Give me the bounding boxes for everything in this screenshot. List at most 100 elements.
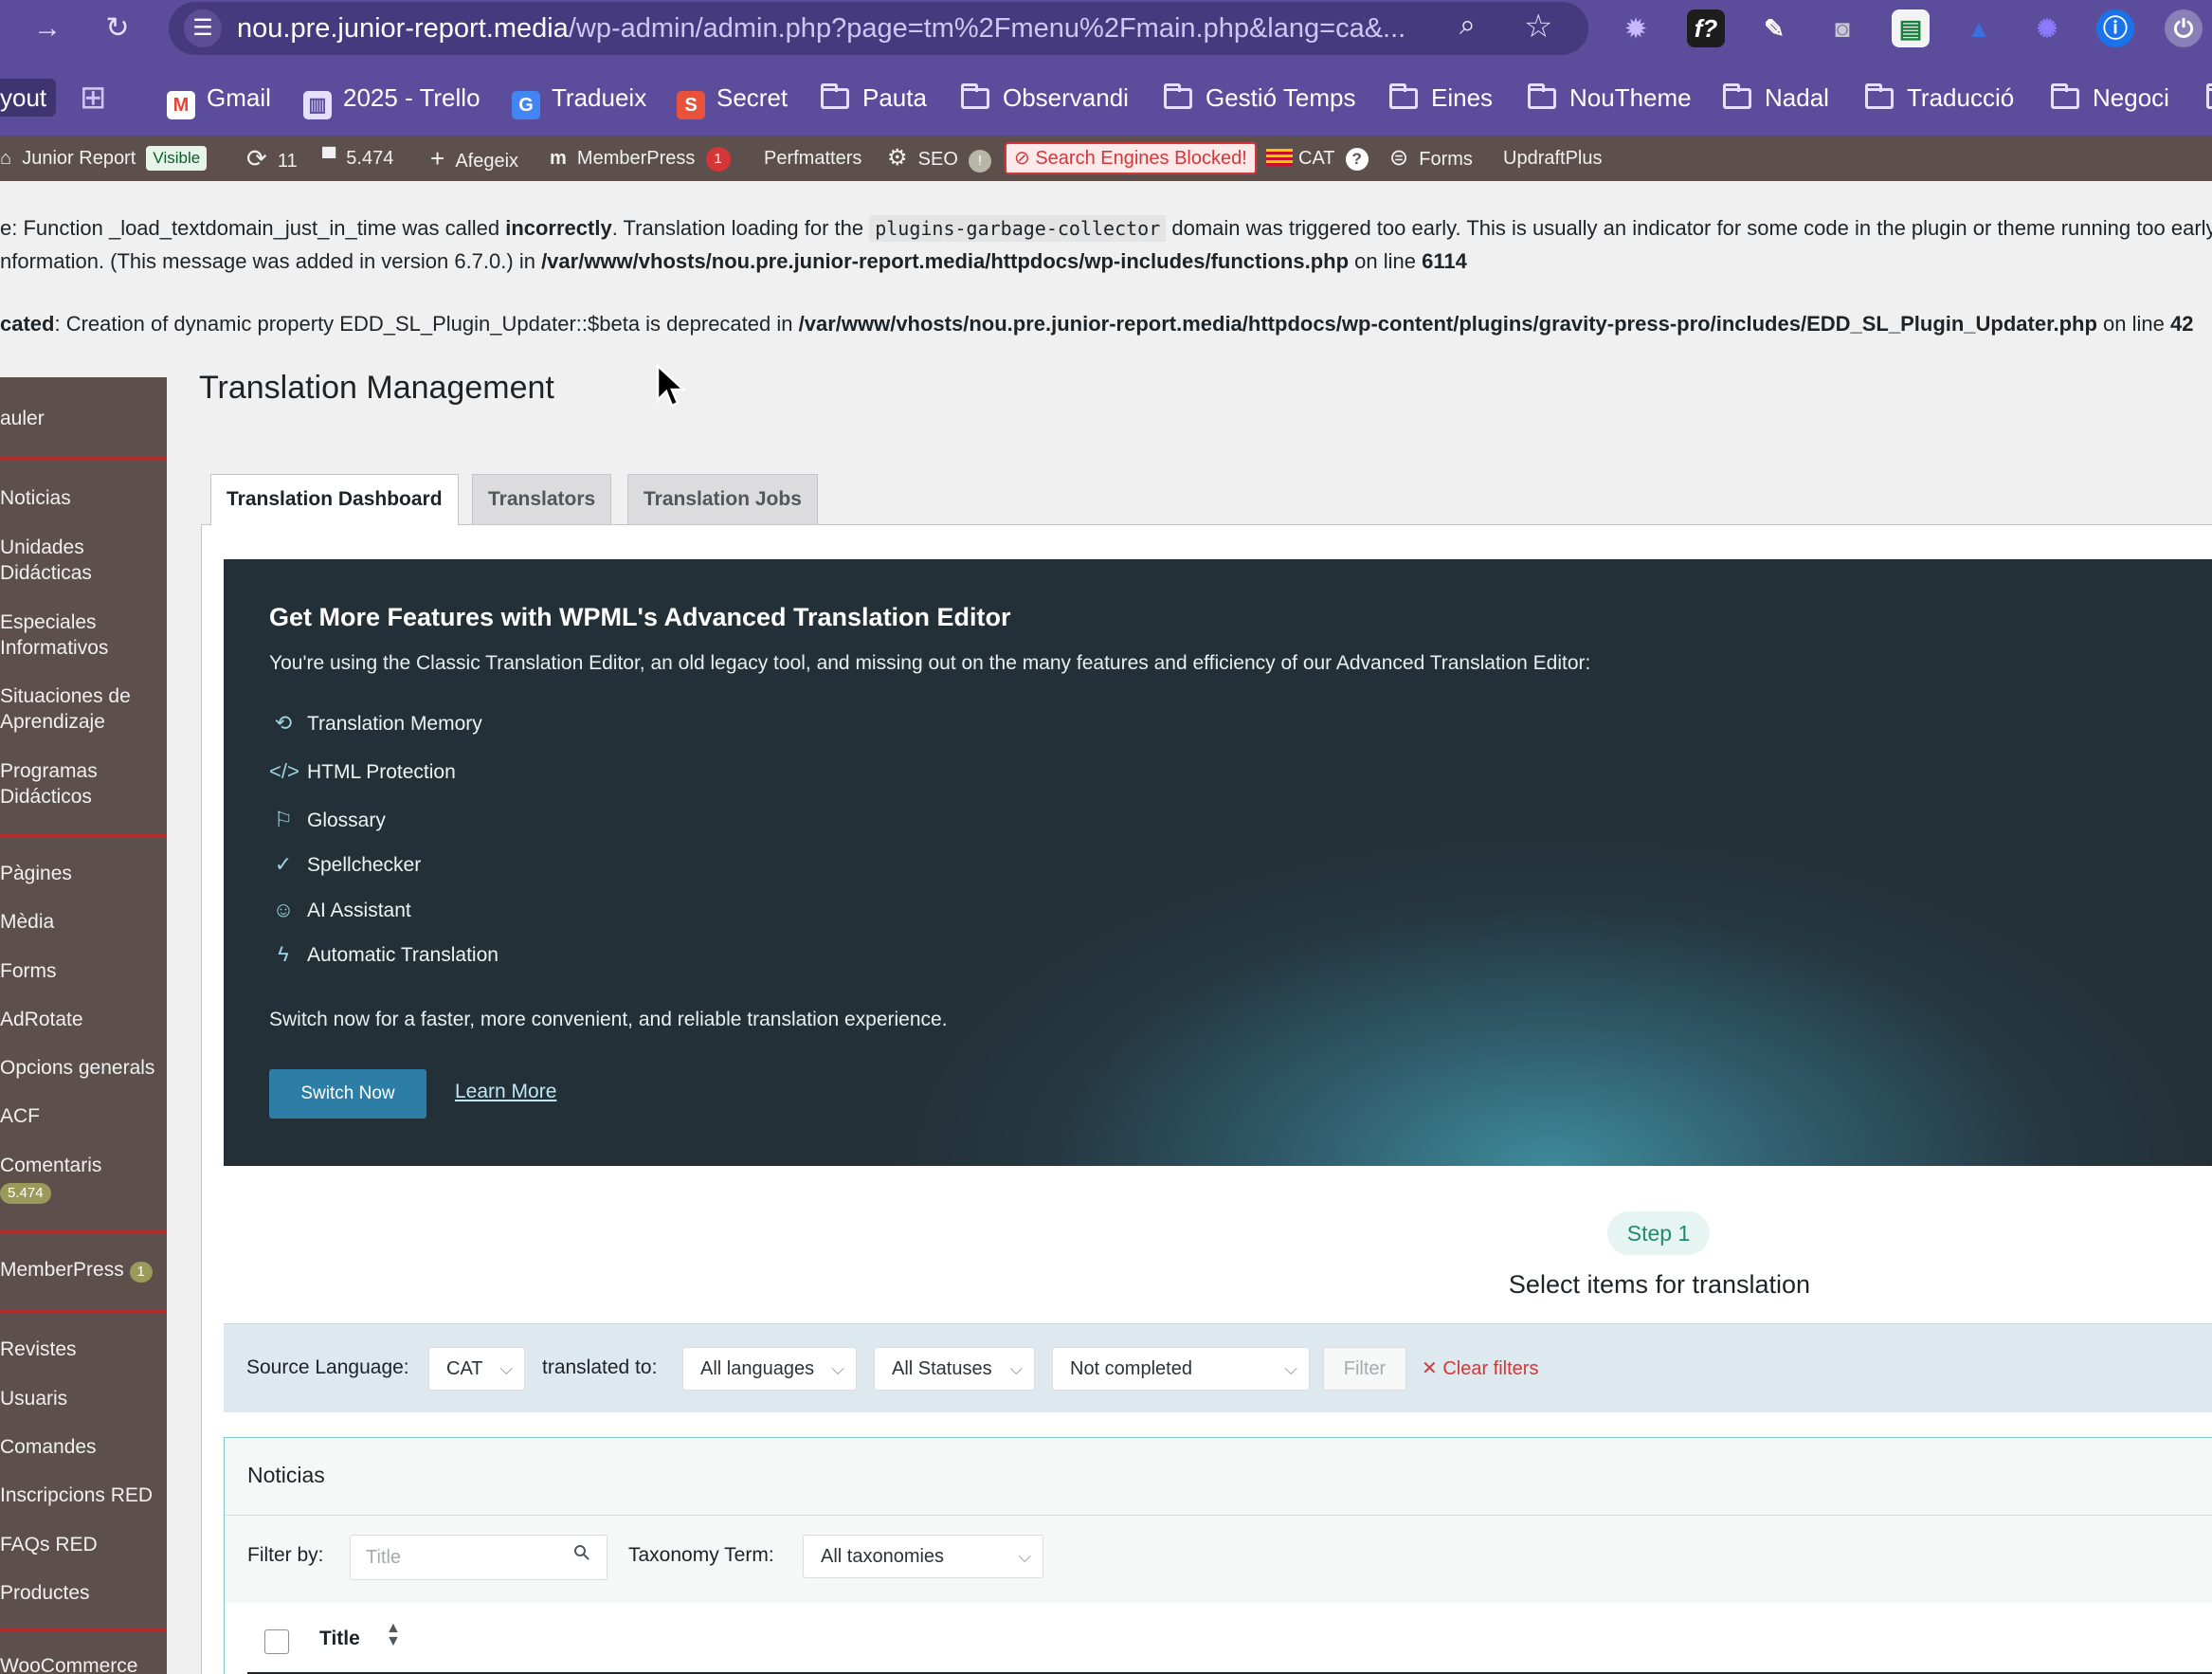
site-settings-icon[interactable]: ☰ — [184, 9, 222, 47]
sidebar-item-tauler[interactable]: auler — [0, 406, 167, 431]
history-icon: ⟲ — [274, 711, 293, 735]
bookmark-negoci[interactable]: Negoci — [2051, 79, 2169, 117]
bookmark-trello[interactable]: ▥ 2025 - Trello — [303, 79, 480, 119]
bookmark-icon: ⚐ — [274, 808, 293, 831]
extension-power-icon[interactable]: ⏻ — [2165, 9, 2203, 47]
reload-icon[interactable]: ↻ — [99, 9, 136, 47]
feature-spellchecker: ✓ Spellchecker — [269, 850, 421, 879]
sidebar-item-programas[interactable]: Programas Didácticos — [0, 758, 167, 810]
completion-select[interactable]: Not completed ⌵ — [1052, 1347, 1310, 1391]
spellcheck-icon: ✓ — [274, 852, 293, 876]
chevron-down-icon: ⌵ — [831, 1359, 844, 1378]
apps-grid-icon[interactable]: ⊞ — [80, 79, 107, 117]
extension-sheets-icon[interactable]: ▤ — [1892, 9, 1930, 47]
admin-bar-updates[interactable]: ⟳ 11 — [246, 136, 298, 181]
admin-bar-language[interactable]: CAT ? — [1266, 136, 1369, 181]
admin-bar-search-engines-blocked[interactable]: ⊘ Search Engines Blocked! — [1005, 136, 1257, 181]
home-icon: ⌂ — [0, 148, 12, 169]
select-all-checkbox[interactable] — [264, 1629, 289, 1654]
tab-translation-dashboard[interactable]: Translation Dashboard — [210, 474, 459, 526]
sidebar-item-noticias[interactable]: Noticias — [0, 485, 167, 511]
admin-bar-add-new[interactable]: + Afegeix — [430, 136, 518, 181]
forward-icon[interactable]: → — [28, 9, 66, 47]
notice-code: plugins-garbage-collector — [869, 215, 1167, 242]
bookmark-nadal[interactable]: Nadal — [1723, 79, 1829, 117]
bolt-icon: ϟ — [278, 942, 289, 966]
sidebar-item-situaciones[interactable]: Situaciones de Aprendizaje — [0, 683, 167, 735]
sidebar-item-productes[interactable]: Productes — [0, 1580, 167, 1606]
bookmark-eines[interactable]: Eines — [1389, 79, 1493, 117]
more-bookmarks-folder[interactable] — [2206, 79, 2212, 117]
admin-bar-perfmatters[interactable]: Perfmatters — [764, 136, 861, 181]
sidebar-item-opcions[interactable]: Opcions generals — [0, 1055, 167, 1081]
extension-gear-icon[interactable]: ✹ — [1617, 9, 1655, 47]
status-select[interactable]: All Statuses ⌵ — [874, 1347, 1035, 1391]
extension-font-icon[interactable]: f? — [1687, 9, 1725, 47]
column-title[interactable]: Title — [319, 1628, 360, 1650]
url-text[interactable]: nou.pre.junior-report.media/wp-admin/adm… — [237, 13, 1405, 45]
admin-bar-forms[interactable]: ⊜ Forms — [1389, 136, 1473, 181]
bookmark-layout[interactable]: yout — [0, 79, 57, 117]
switch-now-button[interactable]: Switch Now — [269, 1069, 426, 1119]
promo-title: Get More Features with WPML's Advanced T… — [269, 603, 1011, 631]
sidebar-item-unidades[interactable]: Unidades Didácticas — [0, 535, 167, 586]
sidebar-item-forms[interactable]: Forms — [0, 958, 167, 984]
extension-eyedropper-icon[interactable]: ✎ — [1755, 9, 1793, 47]
sort-icon[interactable]: ▲ ▼ — [386, 1621, 401, 1649]
bookmark-observandi[interactable]: Observandi — [961, 79, 1129, 117]
learn-more-link[interactable]: Learn More — [455, 1081, 556, 1103]
extension-sparkle-icon[interactable]: ✺ — [2028, 9, 2066, 47]
admin-bar-updraftplus[interactable]: UpdraftPlus — [1503, 136, 1603, 181]
bookmark-pauta[interactable]: Pauta — [821, 79, 927, 117]
target-language-select[interactable]: All languages ⌵ — [682, 1347, 857, 1391]
taxonomy-term-label: Taxonomy Term: — [628, 1544, 774, 1566]
taxonomy-select[interactable]: All taxonomies ⌵ — [803, 1535, 1043, 1578]
sidebar-item-acf[interactable]: ACF — [0, 1103, 167, 1129]
bookmarks-bar: yout ⊞ M Gmail ▥ 2025 - Trello G Tradueix S… — [0, 60, 2212, 136]
admin-sidebar: auler Noticias Unidades Didácticas Espec… — [0, 377, 167, 1674]
admin-bar-memberpress[interactable]: m MemberPress 1 — [550, 136, 731, 181]
bookmark-gmail[interactable]: M Gmail — [167, 79, 271, 119]
admin-bar-seo[interactable]: ⚙ SEO ! — [887, 136, 992, 181]
sidebar-item-pagines[interactable]: Pàgines — [0, 861, 167, 886]
sidebar-item-inscripcions[interactable]: Inscripcions RED — [0, 1483, 167, 1508]
clear-filters-link[interactable]: ✕ Clear filters — [1422, 1356, 1538, 1380]
robot-icon: ☺ — [272, 898, 295, 921]
sidebar-item-usuaris[interactable]: Usuaris — [0, 1386, 167, 1411]
zoom-icon[interactable]: ⌕ — [1460, 9, 1476, 42]
folder-icon — [2206, 83, 2212, 109]
bookmark-noutheme[interactable]: NouTheme — [1528, 79, 1692, 117]
table-header-row: Title ▲ ▼ — [247, 1603, 2212, 1674]
address-bar[interactable]: ☰ nou.pre.junior-report.media/wp-admin/a… — [169, 2, 1588, 55]
sidebar-item-faqs[interactable]: FAQs RED — [0, 1532, 167, 1557]
ate-promo-banner: Get More Features with WPML's Advanced T… — [224, 559, 2212, 1166]
plus-icon: + — [430, 144, 445, 173]
sidebar-item-comandes[interactable]: Comandes — [0, 1434, 167, 1460]
sidebar-item-memberpress[interactable]: MemberPress 1 — [0, 1257, 167, 1283]
sidebar-item-comentaris[interactable]: Comentaris 5.474 — [0, 1153, 167, 1204]
extension-camera-icon[interactable]: ◙ — [1823, 9, 1861, 47]
tab-translation-jobs[interactable]: Translation Jobs — [627, 474, 818, 525]
bookmark-star-icon[interactable]: ☆ — [1524, 8, 1552, 45]
bookmark-gestio-temps[interactable]: Gestió Temps — [1164, 79, 1355, 117]
updates-icon: ⟳ — [246, 144, 267, 173]
bookmark-secret[interactable]: S Secret — [677, 79, 788, 119]
admin-bar-comments[interactable]: ▀ 5.474 — [322, 136, 393, 181]
source-language-select[interactable]: CAT ⌵ — [428, 1347, 525, 1391]
sidebar-item-adrotate[interactable]: AdRotate — [0, 1007, 167, 1032]
extension-triangle-icon[interactable]: ▲ — [1960, 9, 1998, 47]
sidebar-separator — [0, 834, 167, 837]
filter-button[interactable]: Filter — [1323, 1347, 1406, 1391]
sidebar-item-especiales[interactable]: Especiales Informativos — [0, 610, 167, 661]
bookmark-traduccio[interactable]: Traducció — [1865, 79, 2014, 117]
sidebar-item-woocommerce[interactable]: WooCommerce — [0, 1653, 167, 1674]
bookmark-tradueix[interactable]: G Tradueix — [512, 79, 646, 119]
admin-bar-site[interactable]: ⌂ Junior Report Visible — [0, 136, 208, 181]
title-search-input[interactable] — [350, 1535, 607, 1580]
translated-to-label: translated to: — [542, 1356, 658, 1378]
sidebar-item-revistes[interactable]: Revistes — [0, 1337, 167, 1362]
tab-translators[interactable]: Translators — [472, 474, 612, 525]
extension-password-icon[interactable]: ⓘ — [2096, 9, 2134, 47]
sidebar-item-media[interactable]: Mèdia — [0, 909, 167, 935]
step-badge: Step 1 — [1607, 1211, 1710, 1255]
